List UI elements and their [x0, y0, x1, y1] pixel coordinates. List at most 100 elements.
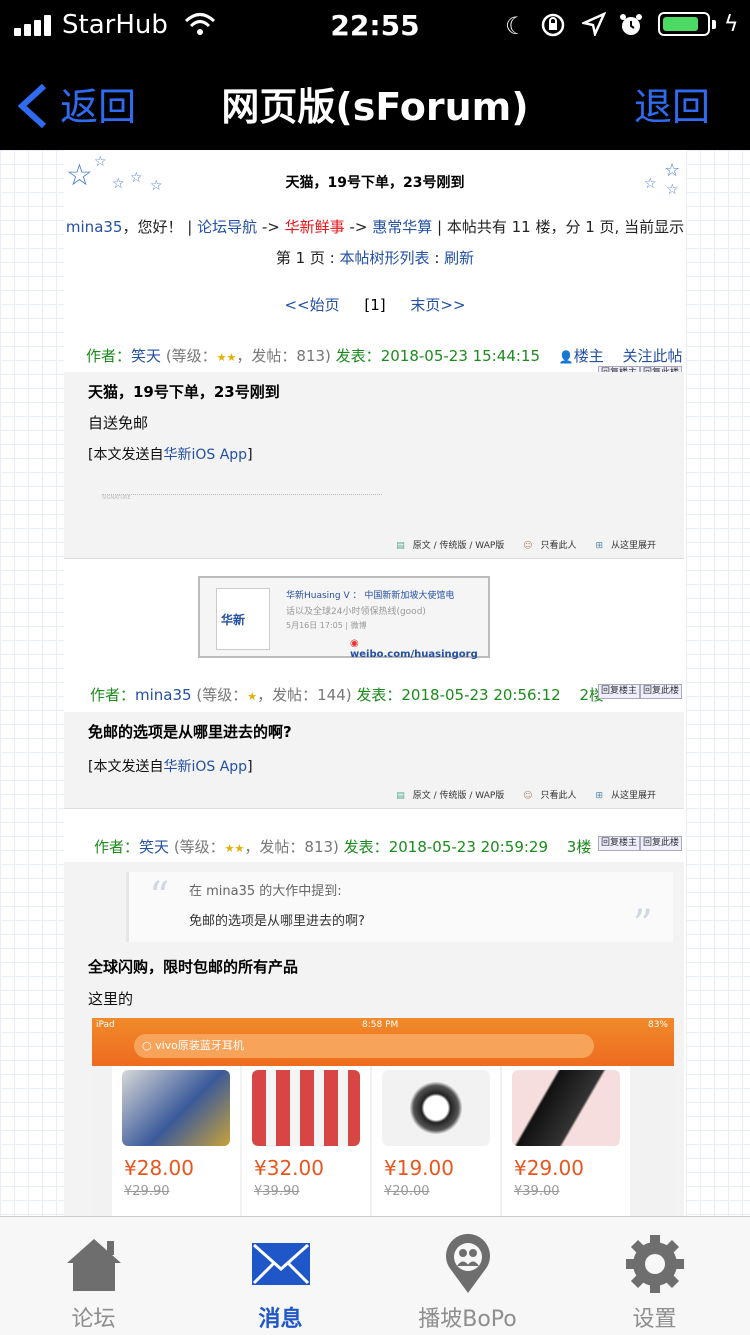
tab-settings[interactable]: 设置 [561, 1217, 748, 1335]
tab-forum[interactable]: 论坛 [0, 1217, 187, 1335]
plus-box-icon: ⊞ [595, 541, 603, 551]
rotation-lock-icon [540, 12, 566, 44]
ad-text: 华新Huasing V ： 中国新新加坡大使馆电 [286, 591, 455, 601]
exit-button[interactable]: 退回 [634, 76, 710, 131]
device-label: iPad [96, 1020, 115, 1030]
board-link-deals[interactable]: 惠常华算 [372, 218, 432, 236]
crumb-arrow: -> [261, 218, 280, 236]
tab-bar: 论坛 消息 播坡BoPo 设置 [0, 1216, 750, 1335]
tab-bopo[interactable]: 播坡BoPo [374, 1217, 561, 1335]
level-label: (等级： [165, 347, 217, 365]
reply-this-button[interactable]: 回复此楼 [640, 836, 683, 851]
tab-label: 播坡BoPo [418, 1307, 517, 1332]
follow-thread-link[interactable]: 关注此帖 [623, 347, 683, 365]
product-price: ¥28.00 [124, 1156, 194, 1180]
web-content[interactable]: ☆ ☆ ☆ ☆ ☆ ☆ ☆ ☆ 天猫，19号下单，23号刚到 mina35，您好… [0, 150, 750, 1216]
reply-main-button[interactable]: 回复楼主 [598, 684, 641, 699]
charging-bolt-icon: ϟ [724, 12, 739, 37]
post-count: ，发帖：813) [236, 347, 331, 365]
plus-box-icon: ⊞ [595, 791, 603, 801]
board-link-news[interactable]: 华新鲜事 [285, 218, 345, 236]
post-header: 作者：笑天 (等级：★★，发帖：813) 发表：2018-05-23 15:44… [86, 345, 683, 366]
forum-nav-link[interactable]: 论坛导航 [197, 218, 257, 236]
author-link[interactable]: 笑天 [139, 838, 169, 856]
product-card: ¥32.00 ¥39.90 [242, 1066, 370, 1216]
ad-text: 话以及全球24小时领保热线(good) [286, 607, 426, 617]
document-icon: ▤ [396, 541, 405, 551]
moon-icon: ☾ [505, 12, 527, 40]
document-icon: ▤ [396, 791, 405, 801]
current-page: [1] [364, 296, 386, 314]
quote-text: 免邮的选项是从哪里进去的啊? [189, 914, 365, 929]
embedded-screenshot[interactable]: iPad 8:58 PM 83% ○ vivo原装蓝牙耳机 ¥28.00 ¥29… [92, 1018, 674, 1216]
product-price: ¥29.00 [514, 1156, 584, 1180]
app-header: iPad 8:58 PM 83% ○ vivo原装蓝牙耳机 [92, 1018, 674, 1066]
post-body: 天猫，19号下单，23号刚到 自送免邮 [本文发送自华新iOS App] SIG… [64, 372, 684, 559]
battery-icon [658, 12, 710, 36]
breadcrumb: mina35，您好！ | 论坛导航 -> 华新鲜事 -> 惠常华算 | 本帖共有… [64, 212, 686, 274]
product-image [382, 1070, 490, 1146]
only-this-user-link[interactable]: ☺ 只看此人 [515, 791, 576, 801]
post-text: 这里的 [88, 990, 134, 1008]
post-tools: ▤ 原文 / 传统版 / WAP版 ☺ 只看此人 ⊞ 从这里展开 [380, 788, 656, 801]
weibo-icon: ◉ [350, 638, 359, 649]
status-bar: StarHub 22:55 ☾ ϟ [0, 0, 750, 50]
post-title: 天猫，19号下单，23号刚到 [88, 383, 280, 401]
author-link[interactable]: 笑天 [131, 347, 161, 365]
expand-here-link[interactable]: ⊞ 从这里展开 [587, 541, 656, 551]
home-icon [67, 1239, 121, 1291]
star-decoration-icon: ☆ [94, 154, 107, 170]
screenshot-time: 8:58 PM [362, 1020, 399, 1030]
weibo-ad-banner[interactable]: 华新 华新Huasing V ： 中国新新加坡大使馆电 话以及全球24小时领保热… [198, 576, 490, 660]
weibo-link[interactable]: ◉ weibo.com/huasingorg [350, 638, 488, 660]
post-count: ，发帖：144) [257, 686, 352, 704]
level-label: (等级： [196, 686, 248, 704]
app-link[interactable]: 华新iOS App [163, 447, 247, 463]
reply-this-button[interactable]: 回复此楼 [640, 684, 683, 699]
crumb-arrow: -> [349, 218, 368, 236]
expand-here-link[interactable]: ⊞ 从这里展开 [587, 791, 656, 801]
user-link[interactable]: mina35 [66, 218, 123, 236]
product-card: ¥28.00 ¥29.90 [112, 1066, 240, 1216]
original-link[interactable]: ▤ 原文 / 传统版 / WAP版 [388, 541, 504, 551]
user-icon: ☺ [523, 791, 533, 801]
user-icon: 👤 [558, 350, 574, 364]
user-icon: ☺ [523, 541, 533, 551]
product-image [512, 1070, 620, 1146]
only-this-user-link[interactable]: ☺ 只看此人 [515, 541, 576, 551]
navigation-bar: 返回 网页版(sForum) 退回 [0, 50, 750, 150]
post-date: 2018-05-23 15:44:15 [380, 347, 540, 365]
search-icon: ○ [142, 1039, 152, 1052]
reply-buttons: 回复楼主回复此楼 [598, 684, 684, 699]
location-arrow-icon [580, 11, 607, 42]
product-image [122, 1070, 230, 1146]
huasing-logo: 华新 [216, 588, 270, 650]
quoted-reply: “ ” 在 mina35 的大作中提到: 免邮的选项是从哪里进去的啊? [126, 872, 673, 948]
author-label: 作者： [94, 838, 140, 856]
alarm-icon [618, 12, 644, 44]
product-old-price: ¥39.00 [514, 1184, 560, 1199]
refresh-link[interactable]: 刷新 [444, 249, 474, 267]
tree-list-link[interactable]: 本帖树形列表 [340, 249, 430, 267]
posted-label: 发表： [343, 838, 389, 856]
level-stars-icon: ★★ [216, 351, 237, 364]
quote-author: 在 mina35 的大作中提到: [189, 884, 342, 899]
forum-page: ☆ ☆ ☆ ☆ ☆ ☆ ☆ ☆ 天猫，19号下单，23号刚到 mina35，您好… [64, 150, 686, 1216]
ad-text: 5月16日 17:05 | 微博 [286, 621, 367, 630]
level-stars-icon: ★★ [224, 842, 245, 855]
app-link[interactable]: 华新iOS App [163, 759, 247, 775]
last-page-link[interactable]: 末页>> [410, 296, 465, 314]
original-link[interactable]: ▤ 原文 / 传统版 / WAP版 [388, 791, 504, 801]
product-old-price: ¥39.90 [254, 1184, 300, 1199]
first-page-link[interactable]: <<始页 [284, 296, 339, 314]
level-label: (等级： [173, 838, 225, 856]
tab-label: 设置 [632, 1307, 677, 1332]
tab-messages[interactable]: 消息 [187, 1217, 374, 1335]
post-header: 作者：笑天 (等级：★★，发帖：813) 发表：2018-05-23 20:59… [94, 836, 591, 857]
post-date: 2018-05-23 20:59:29 [388, 838, 548, 856]
author-link[interactable]: mina35 [135, 686, 192, 704]
product-card: ¥19.00 ¥20.00 [372, 1066, 500, 1216]
reply-main-button[interactable]: 回复楼主 [598, 836, 641, 851]
product-price: ¥32.00 [254, 1156, 324, 1180]
open-quote-icon: “ [149, 874, 170, 920]
